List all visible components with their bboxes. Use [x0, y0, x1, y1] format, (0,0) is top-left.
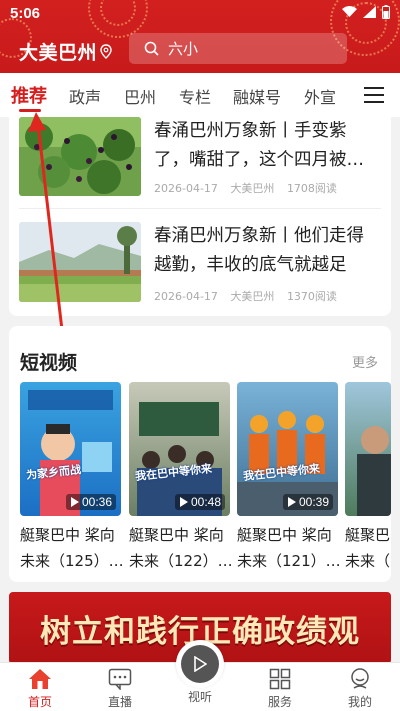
- video-thumbnail[interactable]: 我在巴中等你来 00:39: [237, 382, 338, 516]
- video-title-line: 艇聚巴中: [345, 526, 391, 544]
- video-title-line: 未来（121）…: [237, 552, 341, 570]
- nav-media-button[interactable]: [176, 640, 224, 688]
- home-icon: [29, 669, 51, 689]
- nav-label: 首页: [27, 695, 52, 709]
- video-thumbnail[interactable]: 我在巴中等你来 00:48: [129, 382, 230, 516]
- nav-live[interactable]: 直播: [90, 667, 150, 710]
- video-title[interactable]: 艇聚巴中 桨向 未来（122）…: [129, 522, 235, 574]
- nav-label: 直播: [107, 695, 132, 709]
- nav-label: 服务: [267, 695, 292, 709]
- video-title-line: 未来（122）…: [129, 552, 233, 570]
- video-title[interactable]: 艇聚巴中 桨向 未来（121）…: [237, 522, 343, 574]
- play-icon: [70, 497, 79, 507]
- video-title-line: 艇聚巴中 桨向: [237, 526, 332, 544]
- video-title[interactable]: 艇聚巴中 桨向 未来（125）…: [20, 522, 126, 574]
- video-title-line: 未来（125）…: [20, 552, 124, 570]
- video-title-line: 艇聚巴中 桨向: [20, 526, 115, 544]
- duration-text: 00:36: [81, 495, 112, 509]
- section-title: 短视频: [20, 352, 78, 374]
- duration-text: 00:48: [190, 495, 221, 509]
- live-chat-icon: [108, 668, 132, 690]
- video-title-line: 艇聚巴中 桨向: [129, 526, 224, 544]
- grid-icon: [269, 668, 291, 690]
- profile-icon: [351, 668, 369, 689]
- video-title-line: 未来（: [345, 552, 391, 570]
- video-title[interactable]: 艇聚巴中 未来（: [345, 522, 391, 574]
- play-icon: [287, 497, 296, 507]
- nav-profile[interactable]: 我的: [330, 667, 390, 710]
- video-duration: 00:48: [174, 494, 225, 510]
- duration-text: 00:39: [298, 495, 329, 509]
- video-duration: 00:39: [282, 494, 333, 510]
- more-link[interactable]: 更多: [352, 352, 378, 371]
- play-icon: [194, 656, 207, 672]
- nav-service[interactable]: 服务: [250, 667, 310, 710]
- nav-home[interactable]: 首页: [10, 667, 70, 710]
- video-thumbnail[interactable]: 为家乡而战 00:36: [20, 382, 121, 516]
- nav-label: 我的: [347, 695, 372, 709]
- nav-label-media: 视听: [187, 690, 212, 704]
- video-thumbnail[interactable]: [345, 382, 391, 516]
- play-icon: [179, 497, 188, 507]
- video-duration: 00:36: [65, 494, 116, 510]
